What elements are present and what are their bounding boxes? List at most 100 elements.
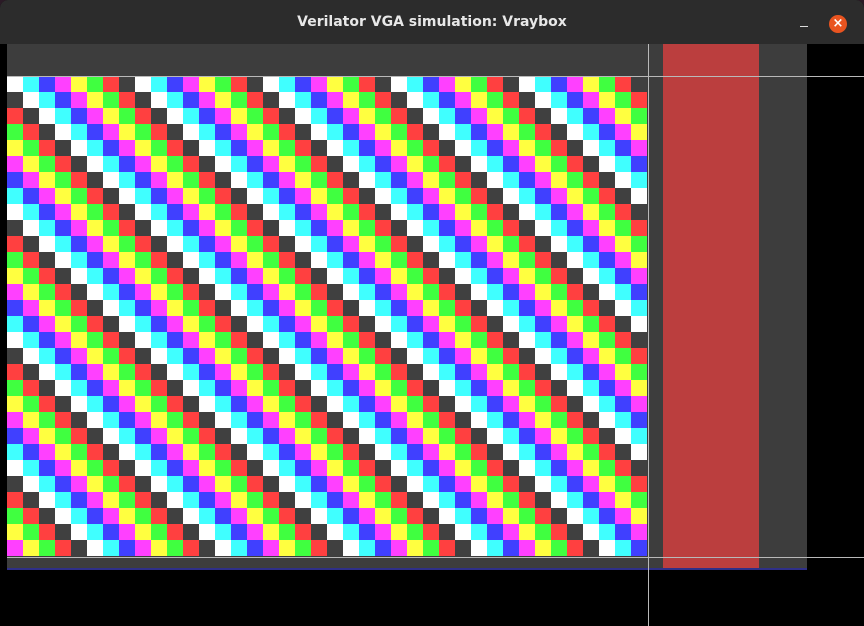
pattern-cell [327,204,343,220]
pattern-cell [631,76,647,92]
pattern-cell [167,140,183,156]
pattern-cell [487,220,503,236]
pattern-cell [471,236,487,252]
pattern-cell [39,220,55,236]
pattern-cell [359,108,375,124]
pattern-cell [343,76,359,92]
pattern-cell [103,332,119,348]
pattern-cell [615,204,631,220]
pattern-cell [327,220,343,236]
pattern-cell [535,460,551,476]
pattern-cell [567,188,583,204]
pattern-cell [631,140,647,156]
minimize-button[interactable] [794,12,814,32]
pattern-cell [295,188,311,204]
pattern-cell [567,300,583,316]
pattern-cell [71,396,87,412]
pattern-cell [7,300,23,316]
pattern-cell [247,188,263,204]
pattern-cell [71,460,87,476]
pattern-cell [327,492,343,508]
pattern-cell [359,252,375,268]
pattern-cell [39,460,55,476]
pattern-cell [279,380,295,396]
pattern-cell [487,348,503,364]
pattern-cell [423,252,439,268]
pattern-cell [199,76,215,92]
pattern-cell [295,524,311,540]
pattern-cell [87,300,103,316]
pattern-cell [455,492,471,508]
pattern-cell [519,380,535,396]
pattern-cell [167,348,183,364]
pattern-cell [247,316,263,332]
pattern-cell [631,380,647,396]
pattern-cell [311,524,327,540]
pattern-cell [439,284,455,300]
pattern-cell [119,156,135,172]
pattern-cell [519,172,535,188]
pattern-cell [247,412,263,428]
pattern-cell [535,412,551,428]
pattern-cell [551,348,567,364]
pattern-cell [519,412,535,428]
pattern-cell [375,460,391,476]
pattern-cell [263,316,279,332]
pattern-cell [199,444,215,460]
pattern-cell [359,316,375,332]
pattern-cell [39,540,55,556]
pattern-cell [455,188,471,204]
pattern-cell [279,396,295,412]
pattern-cell [311,316,327,332]
pattern-cell [215,332,231,348]
pattern-cell [391,476,407,492]
pattern-cell [503,108,519,124]
pattern-cell [7,236,23,252]
pattern-cell [487,284,503,300]
pattern-cell [87,460,103,476]
pattern-cell [279,172,295,188]
pattern-cell [599,124,615,140]
pattern-cell [519,300,535,316]
pattern-cell [7,540,23,556]
pattern-cell [199,492,215,508]
pattern-cell [87,188,103,204]
pattern-cell [487,252,503,268]
pattern-cell [7,316,23,332]
pattern-cell [183,460,199,476]
minimize-icon [800,26,808,27]
pattern-cell [487,364,503,380]
pattern-cell [55,124,71,140]
pattern-cell [583,156,599,172]
close-button[interactable]: × [829,15,847,33]
pattern-cell [423,188,439,204]
window-title: Verilator VGA simulation: Vraybox [297,14,567,30]
pattern-cell [231,460,247,476]
pattern-cell [455,444,471,460]
pattern-cell [599,476,615,492]
pattern-cell [551,412,567,428]
pattern-cell [71,316,87,332]
pattern-cell [631,412,647,428]
pattern-cell [487,524,503,540]
pattern-cell [263,156,279,172]
title-bar[interactable]: Verilator VGA simulation: Vraybox × [0,0,864,45]
pattern-cell [55,364,71,380]
pattern-cell [375,396,391,412]
pattern-cell [199,524,215,540]
pattern-cell [519,252,535,268]
pattern-cell [423,220,439,236]
pattern-cell [135,316,151,332]
pattern-cell [87,252,103,268]
pattern-cell [471,460,487,476]
pattern-cell [87,508,103,524]
pattern-cell [39,188,55,204]
pattern-cell [551,316,567,332]
pattern-cell [87,76,103,92]
pattern-cell [583,124,599,140]
pattern-cell [23,172,39,188]
pattern-cell [215,188,231,204]
pattern-cell [343,108,359,124]
pattern-cell [535,124,551,140]
pattern-cell [503,284,519,300]
